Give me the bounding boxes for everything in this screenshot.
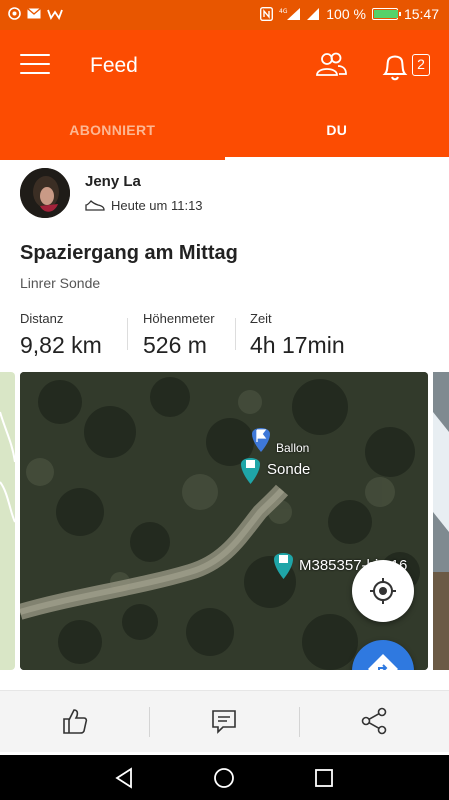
map-preview [0, 411, 16, 523]
friends-button[interactable] [314, 50, 348, 80]
share-button[interactable] [359, 706, 389, 736]
stat-elevation-value: 526 m [143, 332, 207, 358]
card-spacer [0, 670, 449, 690]
app-w-icon [47, 9, 63, 20]
menu-icon [20, 54, 50, 74]
action-divider [149, 707, 150, 737]
tab-du[interactable]: DU [224, 100, 449, 160]
signal-2-icon [307, 8, 320, 20]
activity-action-bar [0, 690, 449, 752]
activity-title[interactable]: Spaziergang am Mittag [20, 242, 238, 265]
previous-map-card[interactable] [0, 372, 16, 670]
recents-icon [315, 769, 333, 787]
menu-button[interactable] [20, 54, 50, 78]
locate-button[interactable] [352, 560, 414, 622]
activity-location: Linrer Sonde [20, 275, 101, 291]
marker-label: Sonde [267, 461, 311, 478]
marker-label: Ballon [276, 441, 310, 455]
bell-icon [382, 55, 408, 81]
stat-distance: Distanz 9,82 km [20, 311, 102, 359]
comment-button[interactable] [209, 706, 239, 736]
share-icon [361, 707, 387, 735]
nfc-icon [260, 7, 274, 21]
status-system-icons: 4G 100 % 15:47 [260, 6, 439, 22]
stat-distance-value: 9,82 km [20, 332, 102, 358]
chrome-icon [8, 7, 21, 20]
stat-divider [235, 318, 236, 350]
activity-timestamp: Heute um 11:13 [111, 198, 203, 213]
signal-icon: 4G [279, 8, 301, 20]
stat-elevation-label: Höhenmeter [143, 311, 215, 326]
notification-count-badge: 2 [412, 54, 430, 76]
page-title: Feed [90, 54, 138, 77]
activity-map[interactable]: Ballon Sonde M385357-biz-16 [20, 372, 428, 670]
action-divider [299, 707, 300, 737]
next-photo-card[interactable] [433, 372, 449, 670]
recents-button[interactable] [311, 765, 337, 791]
stat-time-value: 4h 17min [250, 332, 345, 358]
stat-divider [127, 318, 128, 350]
battery-percent: 100 % [326, 6, 366, 22]
athlete-name[interactable]: Jeny La [85, 173, 141, 190]
like-button[interactable] [60, 706, 90, 736]
comment-icon [212, 710, 236, 734]
satellite-map [20, 372, 428, 670]
avatar[interactable] [20, 168, 70, 218]
stat-time-label: Zeit [250, 311, 272, 326]
stat-distance-label: Distanz [20, 311, 64, 326]
stat-elevation: Höhenmeter 526 m [143, 311, 215, 359]
battery-level [373, 10, 398, 18]
locate-icon [370, 578, 396, 604]
feed-tabs: ABONNIERT DU [0, 100, 449, 160]
svg-text:4G: 4G [279, 8, 288, 15]
home-button[interactable] [211, 765, 237, 791]
clock: 15:47 [403, 6, 439, 22]
shoe-icon [85, 199, 105, 211]
back-icon [115, 767, 132, 789]
home-icon [214, 768, 234, 788]
back-button[interactable] [112, 765, 138, 791]
notifications-button[interactable]: 2 [380, 50, 434, 82]
activity-meta: Heute um 11:13 [85, 198, 203, 213]
app-bar: Feed 2 ABONNIERT DU [0, 30, 449, 160]
mail-icon [27, 8, 41, 19]
battery-icon [371, 8, 401, 20]
tab-abonniert[interactable]: ABONNIERT [0, 100, 225, 160]
system-navigation-bar [0, 755, 449, 800]
status-bar: 4G 100 % 15:47 [0, 0, 449, 30]
friends-icon [316, 52, 347, 76]
like-icon [63, 709, 88, 734]
stat-time: Zeit 4h 17min [250, 311, 345, 359]
photo-preview [433, 372, 449, 670]
status-notification-icons [8, 7, 63, 20]
avatar-photo [20, 168, 70, 218]
